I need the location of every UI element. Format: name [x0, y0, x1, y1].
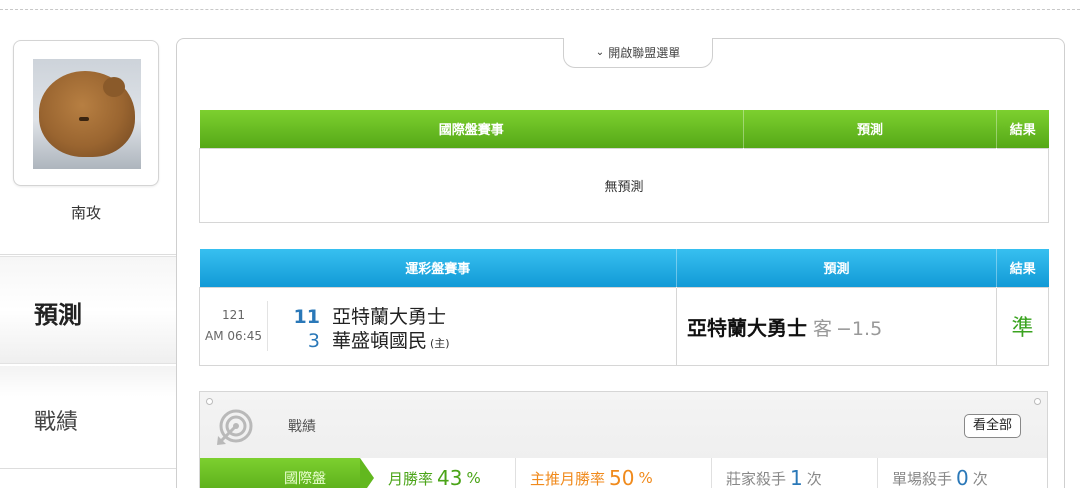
target-icon [217, 409, 253, 445]
sport-header-prediction: 預測 [676, 249, 997, 287]
record-stats-bar: 國際盤 月勝率 43 % 主推月勝率 50 % 莊家殺手 1 次 單場殺手 0 … [200, 458, 1047, 488]
pick-team: 亞特蘭大勇士 [687, 315, 807, 340]
stat-main-rate-unit: % [638, 469, 653, 487]
sport-header-game: 運彩盤賽事 [199, 249, 677, 287]
corner-dot [206, 398, 213, 405]
away-team: 亞特蘭大勇士 [332, 306, 447, 328]
corner-dot [1034, 398, 1041, 405]
nav-tab-record-label: 戰績 [34, 410, 79, 435]
top-dashed-divider [0, 0, 1080, 10]
stat-single-kills-unit: 次 [972, 469, 988, 488]
record-title: 戰績 [288, 419, 316, 435]
intl-header-result: 結果 [996, 110, 1049, 148]
nav-tab-predict-label: 預測 [34, 301, 82, 329]
pick-line: −1.5 [836, 317, 883, 340]
intl-header-game: 國際盤賽事 [199, 110, 744, 148]
chevron-down-icon: ⌄ [595, 47, 605, 58]
tab-arrow [360, 458, 374, 488]
record-panel: 戰績 看全部 國際盤 月勝率 43 % 主推月勝率 50 % 莊家殺手 1 次 [199, 391, 1048, 488]
stat-single-kills-value: 0 [956, 466, 969, 488]
stat-banker-kills-label: 莊家殺手 [726, 469, 787, 488]
away-score: 11 [293, 306, 320, 328]
see-all-button[interactable]: 看全部 [963, 414, 1021, 438]
tab-intl[interactable]: 國際盤 [200, 458, 360, 488]
prediction-cell: 亞特蘭大勇士客 −1.5 [676, 286, 997, 366]
avatar[interactable] [33, 59, 141, 169]
stat-month-rate-unit: % [466, 469, 481, 487]
stat-single-kills-label: 單場殺手 [892, 469, 953, 488]
stat-banker-kills-value: 1 [790, 466, 803, 488]
league-menu-toggle[interactable]: ⌄ 開啟聯盟選單 [563, 38, 713, 68]
intl-header-prediction: 預測 [743, 110, 997, 148]
stat-main-rate-label: 主推月勝率 [530, 469, 606, 488]
stat-single-kills: 單場殺手 0 次 [878, 458, 1047, 488]
result-badge: 準 [996, 286, 1049, 366]
table-row: 121 AM 06:45 11 亞特蘭大勇士 3 華盛頓國民 (主) 亞特蘭大勇… [199, 286, 1049, 366]
home-score: 3 [307, 330, 320, 352]
stat-banker-kills: 莊家殺手 1 次 [712, 458, 878, 488]
nav-divider [0, 254, 176, 255]
stat-banker-kills-unit: 次 [806, 469, 822, 488]
user-name: 南攻 [70, 204, 101, 222]
avatar-card[interactable] [13, 40, 159, 186]
avatar-photo [39, 71, 135, 157]
league-menu-toggle-label: 開啟聯盟選單 [608, 46, 681, 60]
avatar-photo-eye [79, 117, 89, 121]
sport-header-result: 結果 [996, 249, 1049, 287]
nav-tab-record[interactable]: 戰績 [0, 366, 178, 468]
stat-month-rate: 月勝率 43 % [374, 458, 516, 488]
sport-lottery-table: 運彩盤賽事 預測 結果 121 AM 06:45 11 亞特蘭大勇士 3 華盛頓… [199, 249, 1049, 366]
tab-intl-label: 國際盤 [284, 471, 326, 487]
intl-prediction-table: 國際盤賽事 預測 結果 無預測 [199, 110, 1049, 223]
intl-empty-message: 無預測 [199, 147, 1049, 223]
stat-main-rate-value: 50 [609, 466, 635, 488]
stat-month-rate-value: 43 [437, 466, 463, 488]
avatar-photo-ear [103, 77, 125, 97]
game-cell: 121 AM 06:45 11 亞特蘭大勇士 3 華盛頓國民 (主) [199, 286, 677, 366]
stat-month-rate-label: 月勝率 [388, 469, 434, 488]
home-tag: (主) [430, 337, 450, 350]
game-time: AM 06:45 [205, 329, 262, 343]
nav-divider [0, 468, 176, 469]
pick-side: 客 [813, 317, 833, 340]
home-team: 華盛頓國民 [332, 330, 428, 352]
nav-tab-predict[interactable]: 預測 [0, 256, 178, 364]
stat-main-rate: 主推月勝率 50 % [516, 458, 712, 488]
game-number: 121 [222, 308, 245, 322]
main-panel: ⌄ 開啟聯盟選單 國際盤賽事 預測 結果 無預測 運彩盤賽事 預測 結果 121… [176, 38, 1065, 488]
